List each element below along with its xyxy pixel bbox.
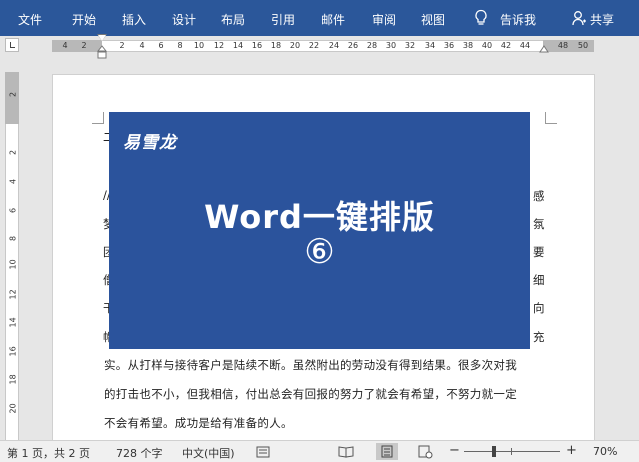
vruler-number: 10 (8, 259, 18, 270)
vruler-number: 16 (8, 346, 18, 357)
zoom-in-button[interactable]: + (566, 443, 577, 458)
hidden-text-fragment: 向 (533, 301, 545, 315)
hidden-text-fragment: 充 (533, 330, 545, 344)
ruler-number: 12 (213, 41, 225, 50)
status-bar: 第 1 页，共 2 页 728 个字 中文(中国) − + 70% (0, 440, 639, 462)
banner-episode-number: ⑥ (304, 232, 335, 272)
ruler-number: 6 (158, 41, 164, 50)
ruler-left-margin (52, 40, 102, 52)
ruler-number: 4 (139, 41, 145, 50)
vruler-number: 6 (8, 207, 18, 214)
vruler-number: 8 (8, 235, 18, 242)
language-indicator[interactable]: 中文(中国) (182, 445, 235, 461)
crop-mark-top-left (92, 112, 104, 124)
ribbon-tabs: 文件 开始 插入 设计 布局 引用 邮件 审阅 视图 告诉我 共享 (0, 0, 639, 36)
ruler-number: 32 (404, 41, 416, 50)
lightbulb-icon[interactable] (474, 9, 488, 27)
word-window: 文件 开始 插入 设计 布局 引用 邮件 审阅 视图 告诉我 共享 4 2 2 … (0, 0, 639, 462)
ruler-number: 42 (500, 41, 512, 50)
print-layout-icon (381, 445, 393, 458)
document-text-line[interactable]: 实。从打样与接待客户是陆续不断。虽然附出的劳动没有得到结果。很多次对我 (104, 357, 517, 373)
tell-me-search[interactable]: 告诉我 (500, 11, 536, 28)
ruler-number: 14 (232, 41, 244, 50)
tab-design[interactable]: 设计 (172, 11, 196, 28)
tab-layout[interactable]: 布局 (221, 11, 245, 28)
first-line-indent-fill (98, 35, 106, 41)
hidden-text-fragment: 氛 (533, 217, 545, 231)
tab-mailings[interactable]: 邮件 (321, 11, 345, 28)
hidden-text-fragment: 要 (533, 245, 545, 259)
ruler-number: 44 (519, 41, 531, 50)
ruler-number: 20 (289, 41, 301, 50)
ruler-number: 34 (424, 41, 436, 50)
ruler-number: 10 (193, 41, 205, 50)
tab-stop-selector[interactable] (5, 38, 19, 52)
ruler-number: 40 (481, 41, 493, 50)
share-button[interactable]: 共享 (590, 11, 614, 28)
vruler-number: 12 (8, 289, 18, 300)
brand-logo: 易雪龙 (123, 133, 177, 153)
hidden-text-fragment: 感 (533, 189, 545, 203)
vruler-number: 14 (8, 317, 18, 328)
document-text-line[interactable]: 不会有希望。成功是给有准备的人。 (104, 415, 293, 431)
ruler-number: 26 (347, 41, 359, 50)
zoom-level[interactable]: 70% (593, 445, 617, 458)
right-indent-marker[interactable] (539, 45, 549, 53)
ruler-number: 28 (366, 41, 378, 50)
tab-file[interactable]: 文件 (18, 11, 42, 28)
hidden-text-fragment: 细 (533, 273, 545, 287)
horizontal-ruler[interactable] (52, 40, 594, 52)
crop-mark-top-right (545, 112, 557, 124)
vruler-number: 4 (8, 178, 18, 185)
ruler-number: 8 (177, 41, 183, 50)
ruler-number: 30 (385, 41, 397, 50)
page-count[interactable]: 第 1 页，共 2 页 (7, 445, 90, 461)
tab-review[interactable]: 审阅 (372, 11, 396, 28)
zoom-slider-track[interactable] (464, 451, 560, 452)
vruler-number: 2 (8, 91, 18, 98)
ruler-number: 50 (577, 41, 589, 50)
print-layout-button[interactable] (376, 443, 398, 460)
tab-insert[interactable]: 插入 (122, 11, 146, 28)
web-layout-icon[interactable] (414, 443, 436, 460)
vruler-number: 20 (8, 403, 18, 414)
ruler-number: 16 (251, 41, 263, 50)
left-indent-marker[interactable] (97, 45, 107, 59)
vruler-number: 18 (8, 374, 18, 385)
tab-view[interactable]: 视图 (421, 11, 445, 28)
ruler-number: 48 (557, 41, 569, 50)
ruler-number: 4 (62, 41, 68, 50)
title-banner: 易雪龙 Word一键排版 ⑥ (109, 112, 530, 349)
share-person-icon[interactable] (572, 10, 586, 26)
vruler-number: 2 (8, 149, 18, 156)
zoom-slider-thumb[interactable] (492, 446, 496, 457)
tab-home[interactable]: 开始 (72, 11, 96, 28)
zoom-out-button[interactable]: − (449, 443, 460, 458)
ruler-number: 22 (308, 41, 320, 50)
ruler-number: 38 (462, 41, 474, 50)
ruler-number: 2 (81, 41, 87, 50)
document-text-line[interactable]: 的打击也不小，但我相信，付出总会有回报的努力了就会有希望，不努力就一定 (104, 386, 517, 402)
tab-references[interactable]: 引用 (271, 11, 295, 28)
word-count[interactable]: 728 个字 (116, 445, 163, 461)
macro-record-icon[interactable] (256, 445, 270, 459)
ruler-number: 2 (119, 41, 125, 50)
ruler-number: 24 (328, 41, 340, 50)
read-mode-icon[interactable] (335, 443, 357, 460)
ruler-number: 18 (270, 41, 282, 50)
ruler-number: 36 (443, 41, 455, 50)
zoom-slider-center-mark (511, 448, 512, 455)
